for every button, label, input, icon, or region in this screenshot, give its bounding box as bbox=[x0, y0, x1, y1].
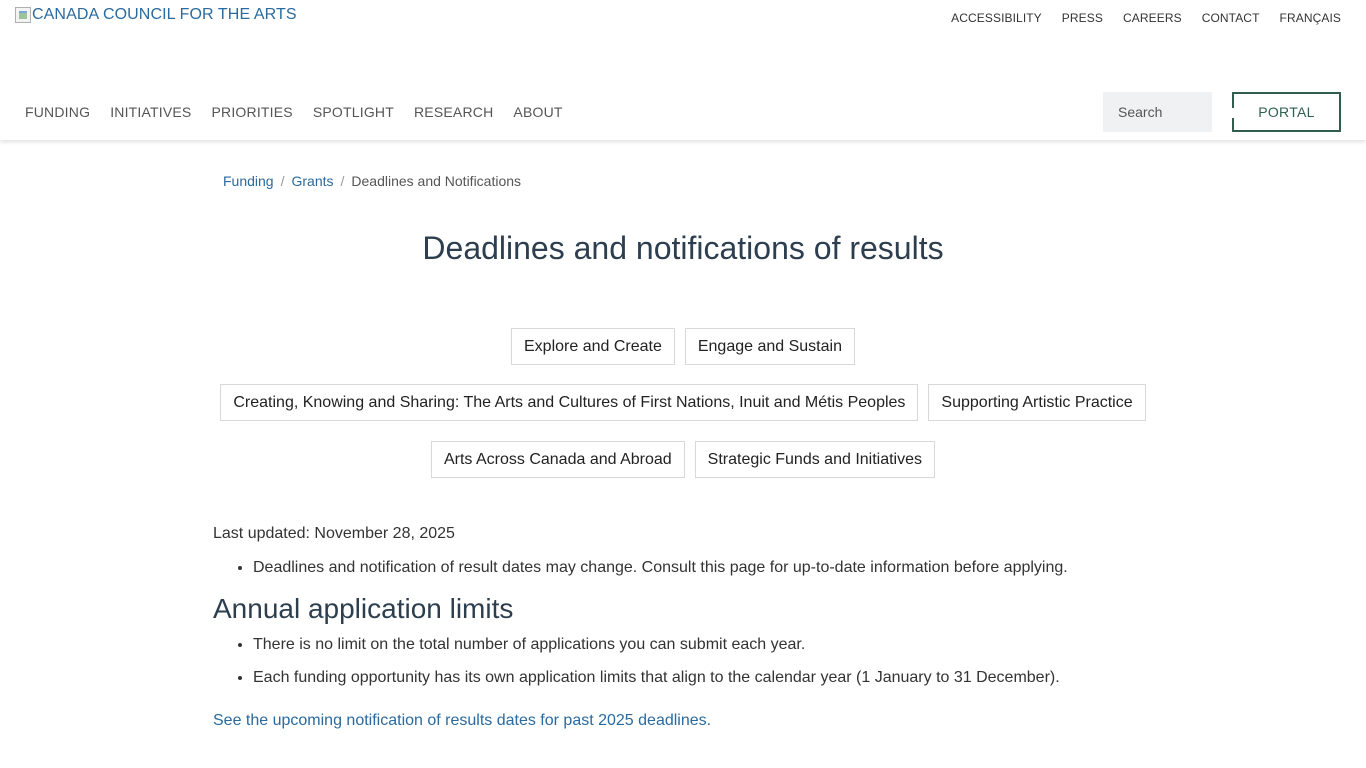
page-title: Deadlines and notifications of results bbox=[422, 230, 944, 266]
program-links-row: Arts Across Canada and Abroad Strategic … bbox=[0, 441, 1366, 478]
results-dates-link[interactable]: See the upcoming notification of results… bbox=[213, 711, 1163, 731]
utility-link-careers[interactable]: CAREERS bbox=[1123, 11, 1182, 25]
nav-item-priorities[interactable]: PRIORITIES bbox=[211, 104, 292, 120]
program-links-row: Explore and Create Engage and Sustain bbox=[0, 328, 1366, 365]
portal-border-notch bbox=[1232, 108, 1234, 118]
utility-link-francais[interactable]: FRANÇAIS bbox=[1280, 11, 1341, 25]
search-input[interactable] bbox=[1103, 92, 1212, 132]
last-updated: Last updated: November 28, 2025 bbox=[213, 525, 455, 542]
list-item: Each funding opportunity has its own app… bbox=[253, 668, 1163, 688]
limits-list: There is no limit on the total number of… bbox=[253, 635, 1163, 688]
main-content: Last updated: November 28, 2025 Deadline… bbox=[213, 524, 1163, 731]
notice-list: Deadlines and notification of result dat… bbox=[253, 558, 1163, 578]
nav-item-initiatives[interactable]: INITIATIVES bbox=[110, 104, 191, 120]
nav-item-spotlight[interactable]: SPOTLIGHT bbox=[313, 104, 394, 120]
logo-alt-text: CANADA COUNCIL FOR THE ARTS bbox=[32, 6, 297, 23]
nav-item-funding[interactable]: FUNDING bbox=[25, 104, 90, 120]
utility-link-accessibility[interactable]: ACCESSIBILITY bbox=[951, 11, 1042, 25]
utility-link-contact[interactable]: CONTACT bbox=[1202, 11, 1260, 25]
program-link-engage-and-sustain[interactable]: Engage and Sustain bbox=[684, 328, 855, 365]
main-nav: FUNDING INITIATIVES PRIORITIES SPOTLIGHT… bbox=[25, 104, 583, 120]
utility-link-press[interactable]: PRESS bbox=[1062, 11, 1103, 25]
broken-image-icon bbox=[15, 7, 31, 23]
breadcrumb-link-funding[interactable]: Funding bbox=[223, 173, 274, 189]
portal-button-label: PORTAL bbox=[1258, 104, 1315, 120]
program-links-row: Creating, Knowing and Sharing: The Arts … bbox=[0, 384, 1366, 421]
nav-item-research[interactable]: RESEARCH bbox=[414, 104, 493, 120]
site-logo[interactable]: CANADA COUNCIL FOR THE ARTS bbox=[15, 6, 297, 24]
breadcrumb: Funding / Grants / Deadlines and Notific… bbox=[223, 173, 521, 189]
site-header: CANADA COUNCIL FOR THE ARTS ACCESSIBILIT… bbox=[0, 0, 1366, 140]
utility-nav: ACCESSIBILITY PRESS CAREERS CONTACT FRAN… bbox=[931, 11, 1341, 25]
program-link-creating-knowing-sharing[interactable]: Creating, Knowing and Sharing: The Arts … bbox=[220, 384, 919, 421]
portal-button[interactable]: PORTAL bbox=[1232, 92, 1341, 132]
list-item: Deadlines and notification of result dat… bbox=[253, 558, 1163, 578]
program-link-explore-and-create[interactable]: Explore and Create bbox=[511, 328, 675, 365]
breadcrumb-separator: / bbox=[340, 173, 345, 189]
program-link-strategic-funds[interactable]: Strategic Funds and Initiatives bbox=[694, 441, 936, 478]
list-item: There is no limit on the total number of… bbox=[253, 635, 1163, 655]
breadcrumb-separator: / bbox=[280, 173, 285, 189]
nav-item-about[interactable]: ABOUT bbox=[513, 104, 562, 120]
breadcrumb-current: Deadlines and Notifications bbox=[351, 173, 522, 189]
breadcrumb-link-grants[interactable]: Grants bbox=[291, 173, 333, 189]
program-link-supporting-artistic-practice[interactable]: Supporting Artistic Practice bbox=[928, 384, 1146, 421]
program-link-arts-across-canada[interactable]: Arts Across Canada and Abroad bbox=[430, 441, 685, 478]
section-heading-limits: Annual application limits bbox=[213, 593, 514, 624]
